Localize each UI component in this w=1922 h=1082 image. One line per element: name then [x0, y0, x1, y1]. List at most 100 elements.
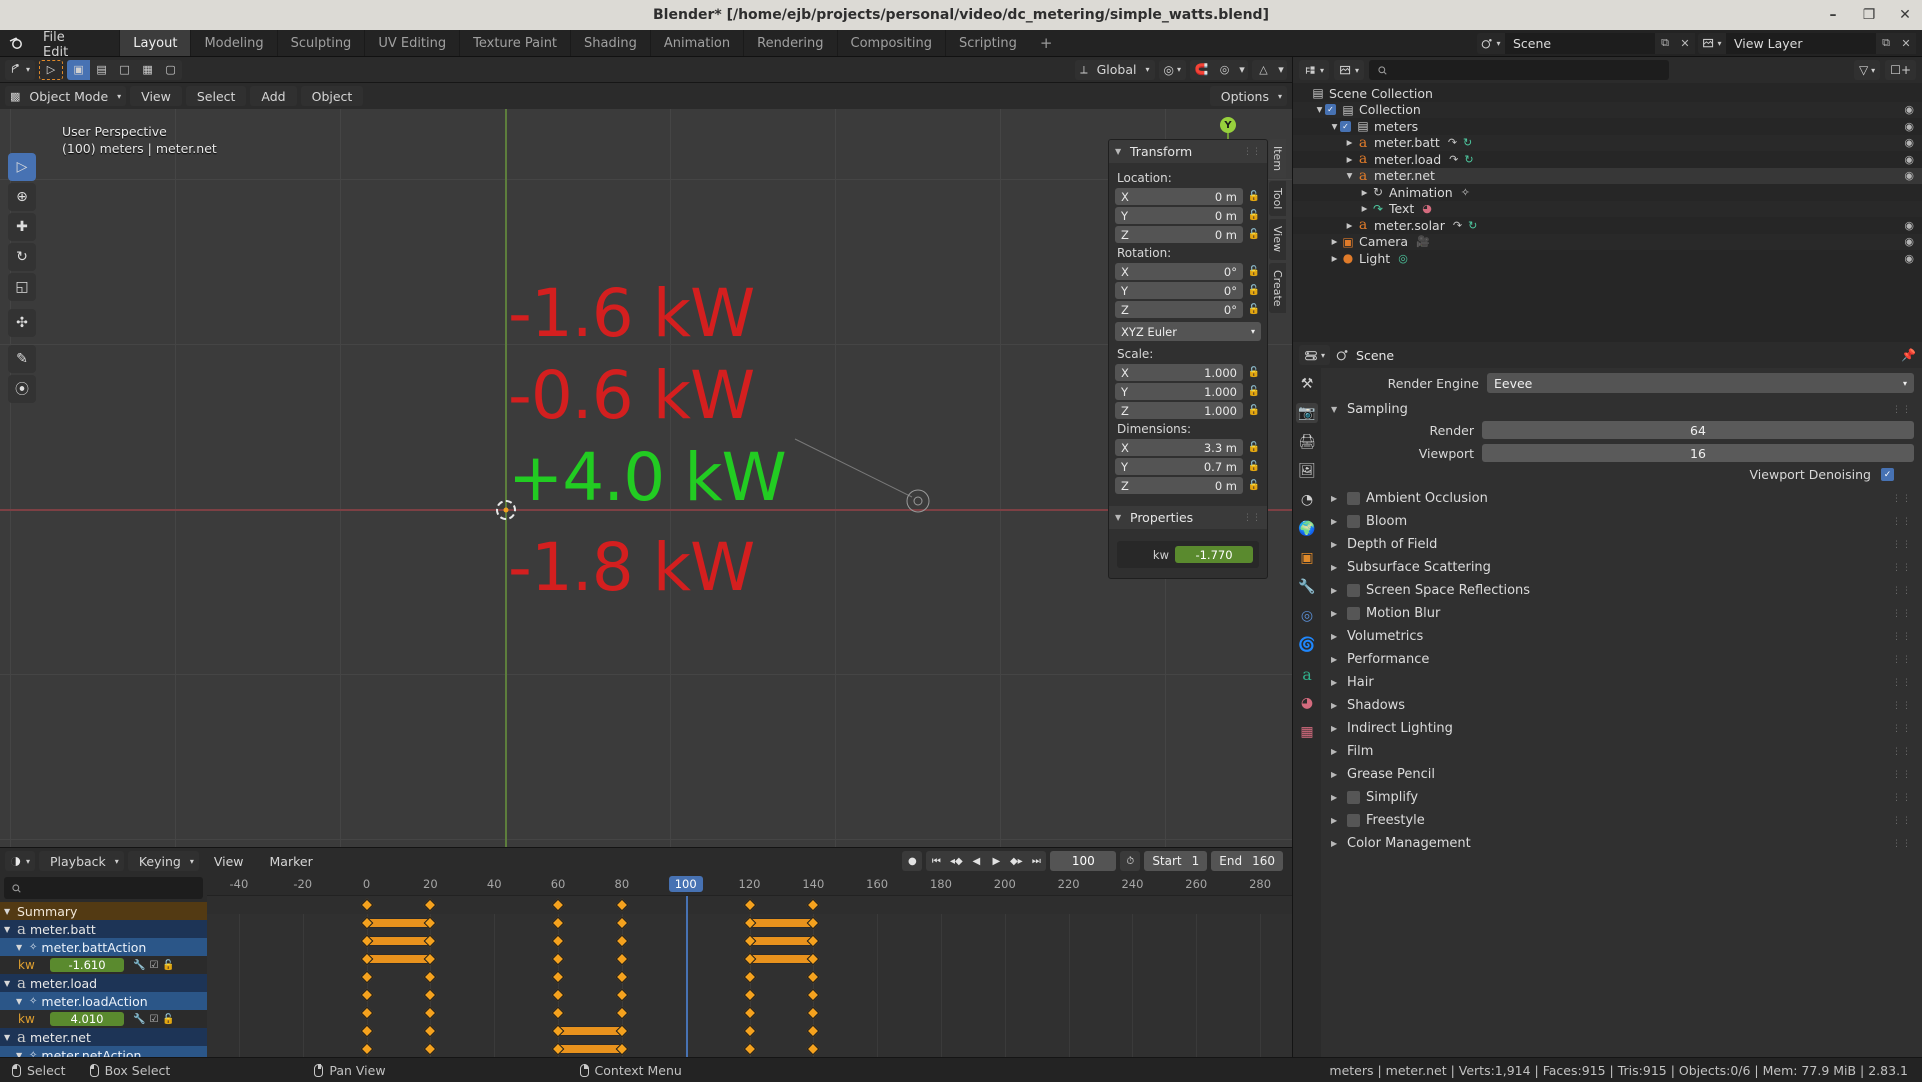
keyframe-diamond[interactable] [743, 988, 756, 1002]
n-panel-tab-create[interactable]: Create [1269, 262, 1286, 314]
field-z[interactable]: Z 0 m [1115, 226, 1243, 243]
visibility-eye-icon[interactable]: ◉ [1904, 252, 1914, 265]
keyframe-diamond[interactable] [743, 1024, 756, 1038]
keyframe-diamond[interactable] [424, 1006, 437, 1020]
keyframe-area[interactable]: -40 -20 0 20 40 60 80 100 120 140 160 180 200 220 240 2… [207, 874, 1292, 1082]
channel-action[interactable]: ▼ ✧ meter.loadAction [0, 992, 207, 1010]
properties-section[interactable]: ▶ Bloom ⋮⋮ [1329, 510, 1914, 533]
keyframe-diamond[interactable] [360, 1042, 373, 1056]
keyframe-diamond[interactable] [615, 934, 629, 948]
keyframe-row[interactable] [207, 1004, 1292, 1022]
keyframe-hold-bar[interactable] [558, 1044, 622, 1054]
keyframe-diamond[interactable] [551, 898, 565, 912]
keyframe-diamond[interactable] [551, 952, 565, 966]
expand-icon[interactable]: ▼ [4, 925, 13, 934]
field-x[interactable]: X 3.3 m [1115, 439, 1243, 456]
section-expand-icon[interactable]: ▶ [1331, 517, 1341, 526]
outliner-expand-icon[interactable]: ▶ [1359, 204, 1370, 213]
properties-section[interactable]: ▶ Hair ⋮⋮ [1329, 671, 1914, 694]
sampling-viewport-value[interactable]: 16 [1482, 444, 1914, 462]
workspace-tab-scripting[interactable]: Scripting [945, 30, 1030, 56]
outliner-expand-icon[interactable]: ▼ [1314, 105, 1325, 114]
measure-icon[interactable]: ⦿ [8, 375, 36, 403]
keyframe-row[interactable] [207, 914, 1292, 932]
field-x[interactable]: X 0 m [1115, 188, 1243, 205]
section-expand-icon[interactable]: ▶ [1331, 839, 1341, 848]
modifier-icon[interactable]: 🔧 [133, 960, 145, 971]
keyframe-row[interactable] [207, 986, 1292, 1004]
workspace-tab-modeling[interactable]: Modeling [190, 30, 277, 56]
keyframe-diamond[interactable] [551, 988, 565, 1002]
visibility-eye-icon[interactable]: ◉ [1904, 219, 1914, 232]
keyframe-hold-bar[interactable] [749, 936, 814, 946]
expand-icon[interactable]: ▼ [16, 997, 25, 1006]
n-panel-tab-view[interactable]: View [1269, 219, 1286, 260]
lock-icon[interactable]: 🔓 [1247, 229, 1261, 240]
sampling-render-value[interactable]: 64 [1482, 421, 1914, 439]
section-checkbox[interactable] [1347, 814, 1360, 827]
close-icon[interactable]: ✕ [1896, 6, 1914, 24]
keyframe-diamond[interactable] [615, 916, 629, 930]
keyframe-diamond[interactable] [360, 898, 373, 912]
outliner-expand-icon[interactable]: ▼ [1329, 122, 1340, 131]
menu-file[interactable]: File [32, 30, 105, 45]
keyframe-diamond[interactable] [806, 1024, 820, 1038]
properties-tab-render[interactable]: 📷 [1296, 403, 1318, 423]
properties-tab-object[interactable]: ▣ [1296, 548, 1318, 568]
keyframe-diamond[interactable] [806, 1042, 820, 1056]
keyframe-diamond[interactable] [806, 970, 820, 984]
properties-tab-world[interactable]: 🌍 [1296, 519, 1318, 539]
add-workspace-button[interactable]: + [1030, 30, 1063, 56]
playhead-frame-label[interactable]: 100 [668, 876, 703, 892]
properties-section[interactable]: ▶ Color Management ⋮⋮ [1329, 832, 1914, 855]
jump-to-end-icon[interactable]: ⏭ [1026, 851, 1046, 871]
lock-icon[interactable]: 🔓 [162, 960, 174, 971]
channel-fcurve[interactable]: kw -1.610 🔧 ☑ 🔓 [0, 956, 207, 974]
field-z[interactable]: Z 0° [1115, 301, 1243, 318]
expand-icon[interactable]: ▼ [4, 907, 13, 916]
keyframe-diamond[interactable] [424, 988, 437, 1002]
channel-object[interactable]: ▼ a meter.net [0, 1028, 207, 1046]
custom-property-value[interactable]: -1.770 [1175, 546, 1253, 563]
keyframe-diamond[interactable] [743, 898, 756, 912]
channel-object[interactable]: ▼ a meter.load [0, 974, 207, 992]
outliner-editor-type-button[interactable]: ▾ [1299, 60, 1330, 80]
proportional-falloff-icon[interactable]: ▾ [1275, 60, 1287, 80]
new-scene-button[interactable]: ⧉ [1655, 32, 1675, 54]
n-panel-tab-item[interactable]: Item [1269, 139, 1286, 179]
properties-section[interactable]: ▶ Screen Space Reflections ⋮⋮ [1329, 579, 1914, 602]
keyframe-diamond[interactable] [615, 970, 629, 984]
play-reverse-icon[interactable]: ◀ [966, 851, 986, 871]
outliner-row[interactable]: ▶ ↷ Text ◕ [1293, 200, 1922, 217]
keyframe-diamond[interactable] [743, 1006, 756, 1020]
snap-target-icon[interactable]: ◎ [1213, 60, 1236, 80]
section-expand-icon[interactable]: ▶ [1331, 586, 1341, 595]
rotation-mode-select[interactable]: XYZ Euler ▾ [1115, 322, 1261, 341]
outliner-expand-icon[interactable]: ▶ [1344, 221, 1355, 230]
select-set-icon[interactable]: ▣ [67, 59, 91, 80]
section-expand-icon[interactable]: ▶ [1331, 540, 1341, 549]
keyframe-canvas[interactable] [207, 896, 1292, 1082]
outliner-row[interactable]: ▶ a meter.load ↷ ↻ ◉ [1293, 151, 1922, 168]
transform-orientation-button[interactable]: ⟂ Global ▾ [1075, 59, 1155, 80]
properties-tab-view-layer[interactable]: 🖼 [1296, 461, 1318, 481]
badge-text-icon[interactable]: ↻ [1468, 219, 1477, 232]
outliner-row[interactable]: ▶ a meter.solar ↷ ↻ ◉ [1293, 217, 1922, 234]
badge-mat-icon[interactable]: ◕ [1422, 202, 1432, 215]
viewport-menu-object[interactable]: Object [300, 86, 364, 106]
visibility-eye-icon[interactable]: ◉ [1904, 103, 1914, 116]
sampling-collapse-icon[interactable]: ▼ [1331, 405, 1341, 414]
properties-section[interactable]: ▶ Volumetrics ⋮⋮ [1329, 625, 1914, 648]
field-y[interactable]: Y 0° [1115, 282, 1243, 299]
keyframe-hold-bar[interactable] [366, 918, 431, 928]
section-checkbox[interactable] [1347, 791, 1360, 804]
keyframe-diamond[interactable] [424, 898, 437, 912]
mute-checkbox[interactable]: ☑ [149, 960, 158, 971]
keyframe-row[interactable] [207, 968, 1292, 986]
outliner-row[interactable]: ▼ ✓ ▤ meters ◉ [1293, 118, 1922, 135]
snap-magnet-icon[interactable]: 🧲 [1190, 60, 1213, 80]
timeline-ruler[interactable]: -40 -20 0 20 40 60 80 100 120 140 160 180 200 220 240 2… [207, 874, 1292, 896]
field-x[interactable]: X 1.000 [1115, 364, 1243, 381]
outliner-row[interactable]: ▶ ↻ Animation ✧ [1293, 184, 1922, 201]
keyframe-row[interactable] [207, 932, 1292, 950]
